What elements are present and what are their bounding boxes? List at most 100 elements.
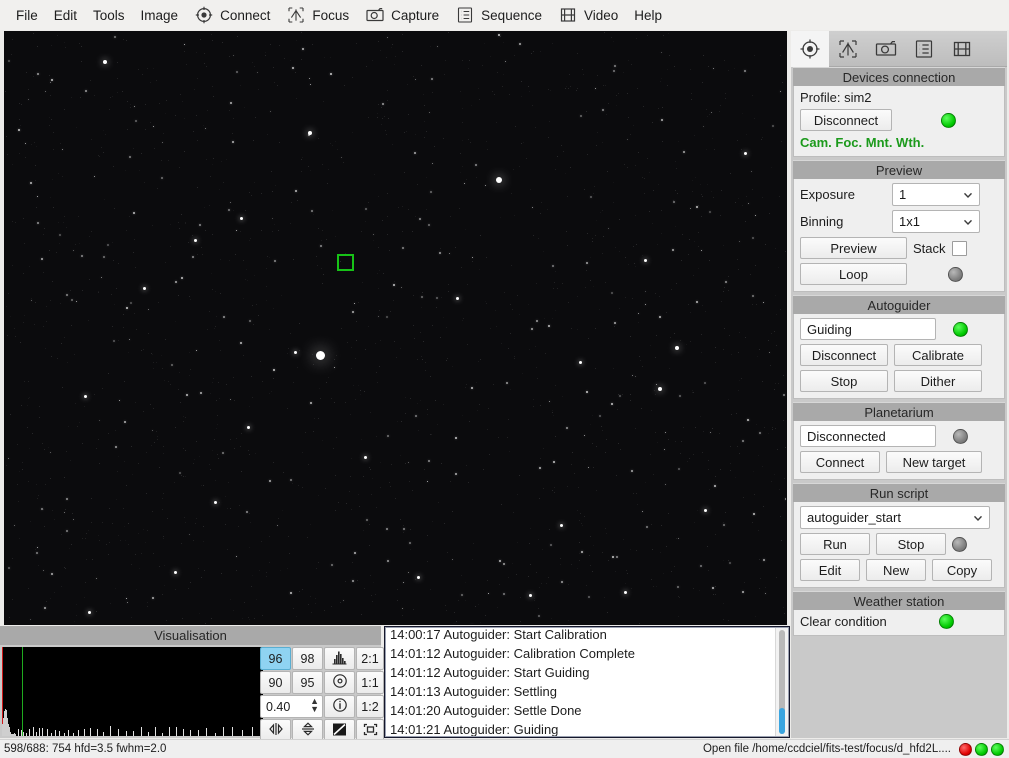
vis-level-96-button[interactable]: 96 bbox=[260, 647, 291, 670]
runscript-new-button[interactable]: New bbox=[866, 559, 926, 581]
autoguider-calibrate-button[interactable]: Calibrate bbox=[894, 344, 982, 366]
tab-sequence[interactable] bbox=[905, 31, 943, 67]
vis-zoom-1-1-button[interactable]: 1:1 bbox=[356, 671, 384, 694]
preview-group: Preview Exposure 1 Binning 1x1 Preview S… bbox=[793, 160, 1005, 292]
right-sidebar: Devices connection Profile: sim2 Disconn… bbox=[791, 31, 1007, 738]
autoguider-group: Autoguider Guiding Disconnect Calibrate … bbox=[793, 295, 1005, 399]
exposure-value: 1 bbox=[899, 187, 907, 202]
loop-status-led bbox=[948, 266, 963, 282]
weather-condition-row: Clear condition bbox=[800, 614, 998, 629]
log-scrollbar-thumb[interactable] bbox=[779, 708, 785, 734]
planetarium-new-target-button[interactable]: New target bbox=[886, 451, 982, 473]
runscript-stop-button[interactable]: Stop bbox=[876, 533, 946, 555]
preview-title: Preview bbox=[793, 160, 1005, 179]
planetarium-state-row: Disconnected bbox=[800, 425, 998, 447]
menu-sequence[interactable]: Sequence bbox=[447, 0, 550, 30]
exposure-row: Exposure 1 bbox=[800, 183, 998, 206]
autoguider-row-2: Stop Dither bbox=[800, 370, 998, 392]
histogram-high-cut-line[interactable] bbox=[22, 647, 23, 736]
menu-image[interactable]: Image bbox=[133, 0, 187, 30]
invert-contrast-icon bbox=[331, 722, 348, 740]
menu-video-label: Video bbox=[583, 7, 619, 23]
autoguider-status-led bbox=[953, 321, 968, 337]
vis-gamma-spinner[interactable]: 0.40 ▲ ▼ bbox=[260, 695, 323, 718]
menu-help[interactable]: Help bbox=[626, 0, 670, 30]
log-scrollbar[interactable] bbox=[775, 628, 788, 736]
spinner-arrows-icon[interactable]: ▲ ▼ bbox=[310, 697, 319, 714]
image-viewport[interactable] bbox=[4, 31, 787, 625]
fit-to-window-icon bbox=[362, 722, 379, 740]
target-icon bbox=[799, 38, 821, 60]
vis-level-90-button[interactable]: 90 bbox=[260, 671, 291, 694]
visualisation-controls: 96 98 2:1 90 95 1:1 0.40 ▲ ▼ 1:2 bbox=[259, 646, 384, 743]
stack-checkbox[interactable] bbox=[951, 240, 967, 256]
menu-capture[interactable]: Capture bbox=[357, 0, 447, 30]
devices-list-label: Cam. Foc. Mnt. Wth. bbox=[800, 135, 925, 150]
weather-group: Weather station Clear condition bbox=[793, 591, 1005, 636]
focus-crosshair-icon bbox=[837, 38, 859, 60]
menu-connect[interactable]: Connect bbox=[186, 0, 278, 30]
target-circle-icon-button[interactable] bbox=[324, 671, 355, 694]
tab-connection[interactable] bbox=[791, 31, 829, 67]
binning-value: 1x1 bbox=[899, 214, 920, 229]
star-selection-box[interactable] bbox=[337, 254, 354, 271]
camera-icon bbox=[365, 5, 385, 25]
planetarium-status-led bbox=[953, 428, 968, 444]
exposure-combo[interactable]: 1 bbox=[892, 183, 980, 206]
autoguider-stop-button[interactable]: Stop bbox=[800, 370, 888, 392]
histogram-icon-button[interactable] bbox=[324, 647, 355, 670]
vis-level-98-button[interactable]: 98 bbox=[292, 647, 323, 670]
menu-edit[interactable]: Edit bbox=[46, 0, 85, 30]
vis-level-95-button[interactable]: 95 bbox=[292, 671, 323, 694]
planetarium-state-field[interactable]: Disconnected bbox=[800, 425, 936, 447]
binning-label: Binning bbox=[800, 214, 844, 229]
menu-video[interactable]: Video bbox=[550, 0, 626, 30]
chevron-down-icon bbox=[971, 511, 985, 525]
loop-button[interactable]: Loop bbox=[800, 263, 907, 285]
menu-tools[interactable]: Tools bbox=[85, 0, 133, 30]
status-led-green-2 bbox=[991, 742, 1004, 756]
exposure-label: Exposure bbox=[800, 187, 855, 202]
devices-connection-body: Profile: sim2 Disconnect Cam. Foc. Mnt. … bbox=[793, 86, 1005, 157]
vis-zoom-2-1-button[interactable]: 2:1 bbox=[356, 647, 384, 670]
planetarium-group: Planetarium Disconnected Connect New tar… bbox=[793, 402, 1005, 480]
devices-disconnect-button[interactable]: Disconnect bbox=[800, 109, 892, 131]
devices-connection-group: Devices connection Profile: sim2 Disconn… bbox=[793, 67, 1005, 157]
binning-row: Binning 1x1 bbox=[800, 210, 998, 233]
preview-action-row: Preview Stack bbox=[800, 237, 998, 259]
vis-zoom-1-2-button[interactable]: 1:2 bbox=[356, 695, 384, 718]
target-icon bbox=[194, 5, 214, 25]
stack-label: Stack bbox=[913, 240, 946, 256]
autoguider-state-row: Guiding bbox=[800, 318, 998, 340]
log-listbox[interactable]: 14:00:17 Autoguider: Start Calibration 1… bbox=[385, 627, 789, 737]
autoguider-body: Guiding Disconnect Calibrate Stop Dither bbox=[793, 314, 1005, 399]
menu-focus-label: Focus bbox=[312, 7, 350, 23]
info-icon-button[interactable] bbox=[324, 695, 355, 718]
binning-combo[interactable]: 1x1 bbox=[892, 210, 980, 233]
menu-file-label: File bbox=[16, 7, 38, 23]
status-leds bbox=[959, 742, 1004, 756]
menu-file[interactable]: File bbox=[8, 0, 46, 30]
preview-button[interactable]: Preview bbox=[800, 237, 907, 259]
autoguider-state-field[interactable]: Guiding bbox=[800, 318, 936, 340]
runscript-run-button[interactable]: Run bbox=[800, 533, 870, 555]
autoguider-dither-button[interactable]: Dither bbox=[894, 370, 982, 392]
info-icon bbox=[332, 697, 348, 716]
log-line: 14:01:12 Autoguider: Start Guiding bbox=[390, 665, 590, 680]
film-icon bbox=[951, 38, 973, 60]
menu-focus[interactable]: Focus bbox=[278, 0, 357, 30]
preview-body: Exposure 1 Binning 1x1 Preview Stack Loo… bbox=[793, 179, 1005, 292]
runscript-combo[interactable]: autoguider_start bbox=[800, 506, 990, 529]
autoguider-disconnect-button[interactable]: Disconnect bbox=[800, 344, 888, 366]
runscript-edit-row: Edit New Copy bbox=[800, 559, 998, 581]
planetarium-connect-button[interactable]: Connect bbox=[800, 451, 880, 473]
runscript-edit-button[interactable]: Edit bbox=[800, 559, 860, 581]
runscript-copy-button[interactable]: Copy bbox=[932, 559, 992, 581]
tab-focus[interactable] bbox=[829, 31, 867, 67]
log-line: 14:00:17 Autoguider: Start Calibration bbox=[390, 627, 607, 642]
runscript-body: autoguider_start Run Stop Edit New Copy bbox=[793, 502, 1005, 588]
histogram-plot[interactable] bbox=[2, 647, 263, 736]
profile-label: Profile: sim2 bbox=[800, 90, 872, 105]
tab-video[interactable] bbox=[943, 31, 981, 67]
tab-capture[interactable] bbox=[867, 31, 905, 67]
